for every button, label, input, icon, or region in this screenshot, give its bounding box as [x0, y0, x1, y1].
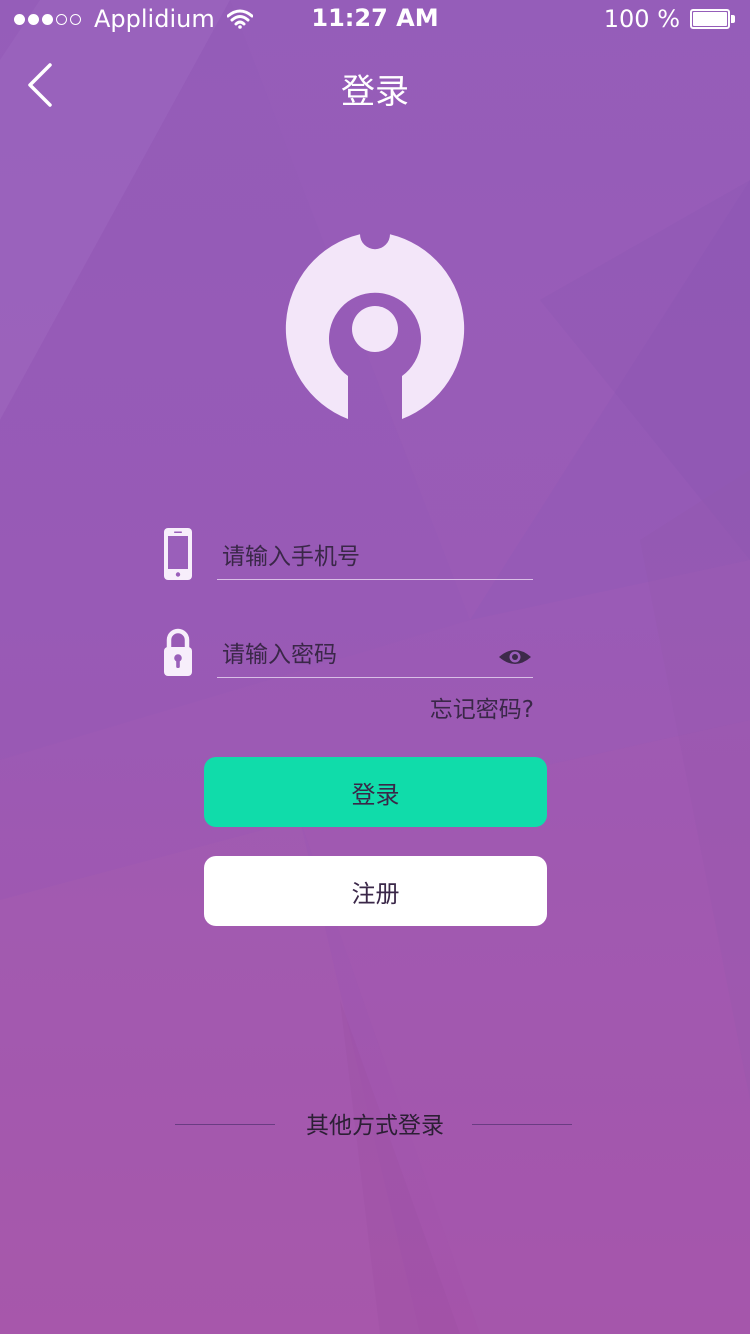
- phone-icon: [164, 528, 192, 580]
- other-login-section: 其他方式登录: [0, 1106, 750, 1142]
- page-title: 登录: [341, 72, 409, 112]
- forgot-password-link[interactable]: 忘记密码?: [430, 690, 534, 724]
- phone-field: [160, 527, 540, 587]
- divider-right: [472, 1124, 572, 1125]
- login-button[interactable]: 登录: [204, 757, 547, 827]
- other-login-label[interactable]: 其他方式登录: [0, 1106, 750, 1140]
- status-right: 100 %: [604, 5, 736, 33]
- password-input[interactable]: [218, 635, 492, 675]
- password-field: [160, 625, 540, 685]
- status-bar: Applidium 11:27 AM 100 %: [0, 0, 750, 40]
- lock-icon: [164, 628, 192, 676]
- battery-icon: [690, 9, 736, 29]
- register-button[interactable]: 注册: [204, 856, 547, 926]
- password-underline: [217, 677, 533, 678]
- battery-percentage: 100 %: [603, 5, 680, 33]
- keyhole-logo-icon: [285, 234, 465, 419]
- phone-input[interactable]: [218, 537, 492, 577]
- phone-underline: [217, 579, 533, 580]
- eye-icon[interactable]: [498, 647, 532, 667]
